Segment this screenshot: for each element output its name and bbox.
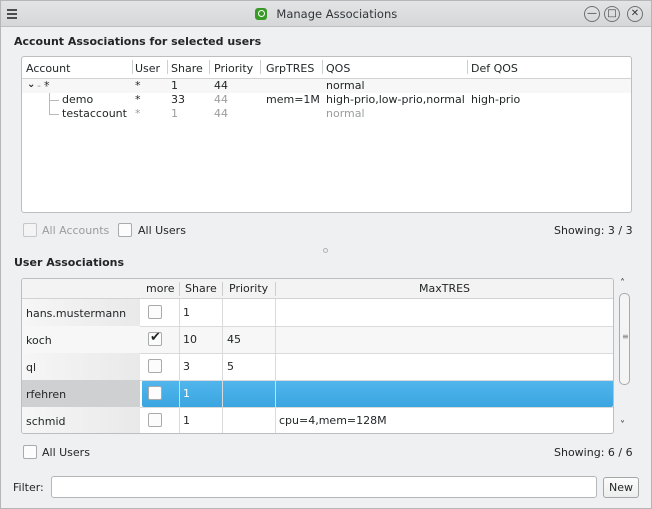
more-checkbox[interactable] bbox=[148, 359, 162, 373]
account-tree[interactable]: Account User Share Priority GrpTRES QOS … bbox=[21, 56, 632, 213]
user-showing-count: Showing: 6 / 6 bbox=[554, 446, 633, 459]
col-priority[interactable]: Priority bbox=[229, 279, 268, 299]
col-defqos[interactable]: Def QOS bbox=[471, 59, 518, 79]
user-table[interactable]: more Share Priority MaxTRES hans.musterm… bbox=[21, 278, 614, 434]
checkmark-icon: ✔ bbox=[150, 330, 161, 345]
more-checkbox[interactable] bbox=[148, 413, 162, 427]
row-user: rfehren bbox=[26, 388, 67, 401]
table-row[interactable]: schmid 1 cpu=4,mem=128M bbox=[22, 407, 613, 433]
user-section-title: User Associations bbox=[14, 256, 125, 269]
new-button[interactable]: New bbox=[603, 477, 639, 498]
table-row[interactable]: ql 3 5 bbox=[22, 353, 613, 380]
col-user[interactable]: User bbox=[135, 59, 160, 79]
tree-row[interactable]: demo * 33 44 mem=1M high-prio,low-prio,n… bbox=[22, 93, 631, 107]
row-user: ql bbox=[26, 361, 37, 374]
col-share[interactable]: Share bbox=[185, 279, 217, 299]
all-users-checkbox[interactable] bbox=[23, 445, 37, 459]
maximize-icon[interactable]: □ bbox=[604, 6, 620, 22]
table-row[interactable]: hans.mustermann 1 bbox=[22, 299, 613, 326]
manage-associations-window: Manage Associations — □ ✕ Account Associ… bbox=[0, 0, 652, 509]
scroll-down-icon[interactable]: ˅ bbox=[620, 420, 625, 431]
row-user: hans.mustermann bbox=[26, 307, 127, 320]
row-user: schmid bbox=[26, 415, 66, 428]
all-accounts-checkbox[interactable] bbox=[23, 223, 37, 237]
more-checkbox[interactable] bbox=[148, 386, 162, 400]
scroll-up-icon[interactable]: ˄ bbox=[620, 278, 625, 289]
col-grptres[interactable]: GrpTRES bbox=[266, 59, 314, 79]
scrollbar-thumb[interactable]: ≡ bbox=[619, 293, 630, 385]
window-title: Manage Associations bbox=[276, 7, 398, 21]
user-table-scrollbar[interactable]: ˄ ≡ ˅ bbox=[617, 278, 632, 434]
row-user: koch bbox=[26, 334, 52, 347]
app-logo-icon bbox=[254, 8, 267, 20]
col-qos[interactable]: QOS bbox=[326, 59, 350, 79]
col-more[interactable]: more bbox=[146, 279, 175, 299]
table-row-selected[interactable]: rfehren 1 bbox=[22, 380, 613, 407]
tree-row[interactable]: ⌄ - - * * 1 44 normal bbox=[22, 79, 631, 93]
minimize-icon[interactable]: — bbox=[584, 6, 600, 22]
all-accounts-label: All Accounts bbox=[42, 224, 110, 237]
close-icon[interactable]: ✕ bbox=[627, 6, 643, 22]
col-maxtres[interactable]: MaxTRES bbox=[419, 279, 470, 299]
table-row[interactable]: koch ✔ 10 45 bbox=[22, 326, 613, 353]
filter-input[interactable] bbox=[51, 476, 597, 498]
more-checkbox-checked[interactable]: ✔ bbox=[148, 330, 162, 346]
all-users-label-top: All Users bbox=[138, 224, 186, 237]
splitter-handle[interactable] bbox=[323, 248, 328, 253]
filter-label: Filter: bbox=[13, 481, 44, 494]
account-showing-count: Showing: 3 / 3 bbox=[554, 224, 633, 237]
col-account[interactable]: Account bbox=[26, 59, 70, 79]
account-section-title: Account Associations for selected users bbox=[14, 35, 262, 48]
chevron-down-icon[interactable]: ⌄ bbox=[27, 79, 35, 90]
all-users-checkbox-top[interactable] bbox=[118, 223, 132, 237]
col-priority[interactable]: Priority bbox=[214, 59, 253, 79]
tree-row[interactable]: testaccount * 1 44 normal bbox=[22, 107, 631, 121]
all-users-label: All Users bbox=[42, 446, 90, 459]
title-bar: Manage Associations — □ ✕ bbox=[1, 1, 651, 27]
col-share[interactable]: Share bbox=[171, 59, 203, 79]
more-checkbox[interactable] bbox=[148, 305, 162, 319]
